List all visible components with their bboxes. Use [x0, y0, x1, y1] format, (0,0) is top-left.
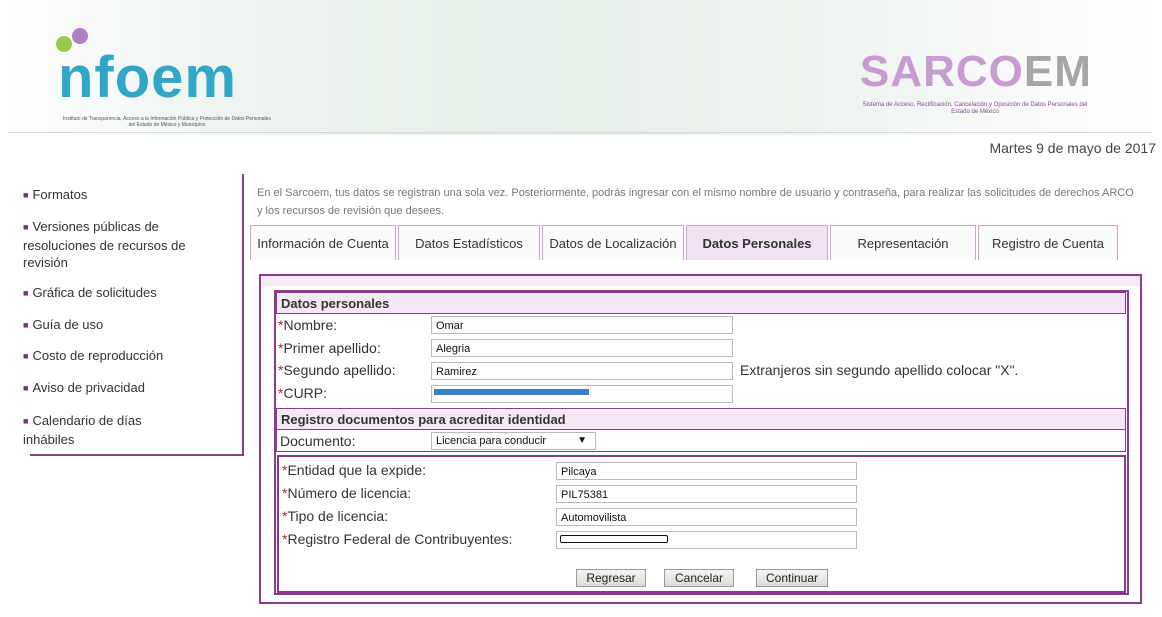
bullet-icon: ■ [23, 416, 29, 426]
bullet-icon: ■ [23, 222, 29, 232]
sidebar-item-calendario[interactable]: ■ Calendario de días inhábiles [23, 412, 183, 448]
sidebar-item-label: Gráfica de solicitudes [32, 285, 157, 300]
sidebar-item-label: Versiones públicas de resoluciones de re… [23, 219, 186, 270]
entidad-label: *Entidad que la expide: [282, 462, 427, 478]
sidebar-item-versiones-publicas[interactable]: ■ Versiones públicas de resoluciones de r… [23, 218, 233, 271]
entidad-input[interactable]: Pilcaya [556, 462, 857, 480]
bullet-icon: ■ [23, 288, 29, 298]
current-date: Martes 9 de mayo de 2017 [989, 140, 1156, 156]
sarcoem-logo-part2: EM [1023, 47, 1092, 96]
rfc-redaction [560, 535, 668, 543]
logo-text: nfoem [58, 45, 237, 110]
documento-row [276, 430, 1126, 452]
continuar-button[interactable]: Continuar [756, 569, 828, 587]
bullet-icon: ■ [23, 320, 29, 330]
tab-registro-cuenta[interactable]: Registro de Cuenta [978, 225, 1118, 260]
sidebar-item-grafica[interactable]: ■ Gráfica de solicitudes [23, 284, 157, 303]
cancelar-button[interactable]: Cancelar [664, 569, 734, 587]
numero-licencia-input[interactable]: PIL75381 [556, 485, 857, 503]
curp-redaction [434, 389, 589, 395]
tab-representacion[interactable]: Representación [830, 225, 976, 260]
sidebar-item-formatos[interactable]: ■ Formatos [23, 186, 87, 205]
segundo-apellido-label: *Segundo apellido: [278, 362, 396, 378]
regresar-button[interactable]: Regresar [576, 569, 646, 587]
intro-text: En el Sarcoem, tus datos se registran un… [257, 187, 1134, 217]
numero-licencia-label: *Número de licencia: [282, 485, 412, 501]
documento-label: Documento: [280, 433, 356, 449]
tipo-licencia-input[interactable]: Automovilista [556, 508, 857, 526]
sarcoem-logo: SARCOEM Sistema de Acceso, Rectificación… [860, 47, 1092, 116]
sarcoem-subtitle: Sistema de Acceso, Rectificación, Cancel… [862, 102, 1088, 115]
documento-select[interactable]: Licencia para conducir ▼ [431, 432, 596, 450]
nombre-input[interactable]: Omar [431, 316, 733, 334]
segundo-apellido-input[interactable]: Ramirez [431, 362, 733, 380]
sidebar-item-costo[interactable]: ■ Costo de reproducción [23, 347, 163, 366]
section-header-personal: Datos personales [276, 292, 1126, 314]
sidebar-item-label: Calendario de días inhábiles [23, 413, 142, 447]
dropdown-arrow-icon: ▼ [577, 435, 587, 446]
sidebar-item-label: Aviso de privacidad [32, 380, 145, 395]
sidebar-item-label: Guía de uso [32, 317, 104, 332]
sarcoem-logo-part1: SARCO [860, 47, 1024, 96]
sidebar-item-guia[interactable]: ■ Guía de uso [23, 316, 103, 335]
curp-label: *CURP: [278, 385, 328, 401]
nombre-label: *Nombre: [278, 317, 338, 333]
rfc-label: *Registro Federal de Contribuyentes: [282, 531, 513, 547]
logo-subtitle: Instituto de Transparencia, Acceso a la … [63, 116, 271, 128]
tab-datos-personales[interactable]: Datos Personales [686, 225, 828, 260]
segundo-apellido-note: Extranjeros sin segundo apellido colocar… [740, 362, 1019, 378]
primer-apellido-label: *Primer apellido: [278, 340, 381, 356]
sidebar-item-aviso[interactable]: ■ Aviso de privacidad [23, 379, 145, 398]
tab-informacion-cuenta[interactable]: Información de Cuenta [250, 225, 396, 260]
bullet-icon: ■ [23, 190, 29, 200]
sidebar-menu: ■ Formatos ■ Versiones públicas de resoluc… [23, 174, 244, 456]
sidebar-item-label: Costo de reproducción [32, 348, 164, 363]
primer-apellido-input[interactable]: Alegria [431, 339, 733, 357]
tab-datos-estadisticos[interactable]: Datos Estadísticos [398, 225, 540, 260]
infoem-logo[interactable]: nfoem Instituto de Transparencia, Acceso… [48, 28, 271, 128]
documento-selected: Licencia para conducir [436, 435, 547, 447]
tipo-licencia-label: *Tipo de licencia: [282, 508, 389, 524]
bullet-icon: ■ [23, 383, 29, 393]
bullet-icon: ■ [23, 351, 29, 361]
tab-datos-localizacion[interactable]: Datos de Localización [542, 225, 684, 260]
site-header: nfoem Instituto de Transparencia, Acceso… [0, 0, 1162, 135]
section-header-documents: Registro documentos para acreditar ident… [276, 408, 1126, 430]
sidebar-item-label: Formatos [32, 187, 88, 202]
